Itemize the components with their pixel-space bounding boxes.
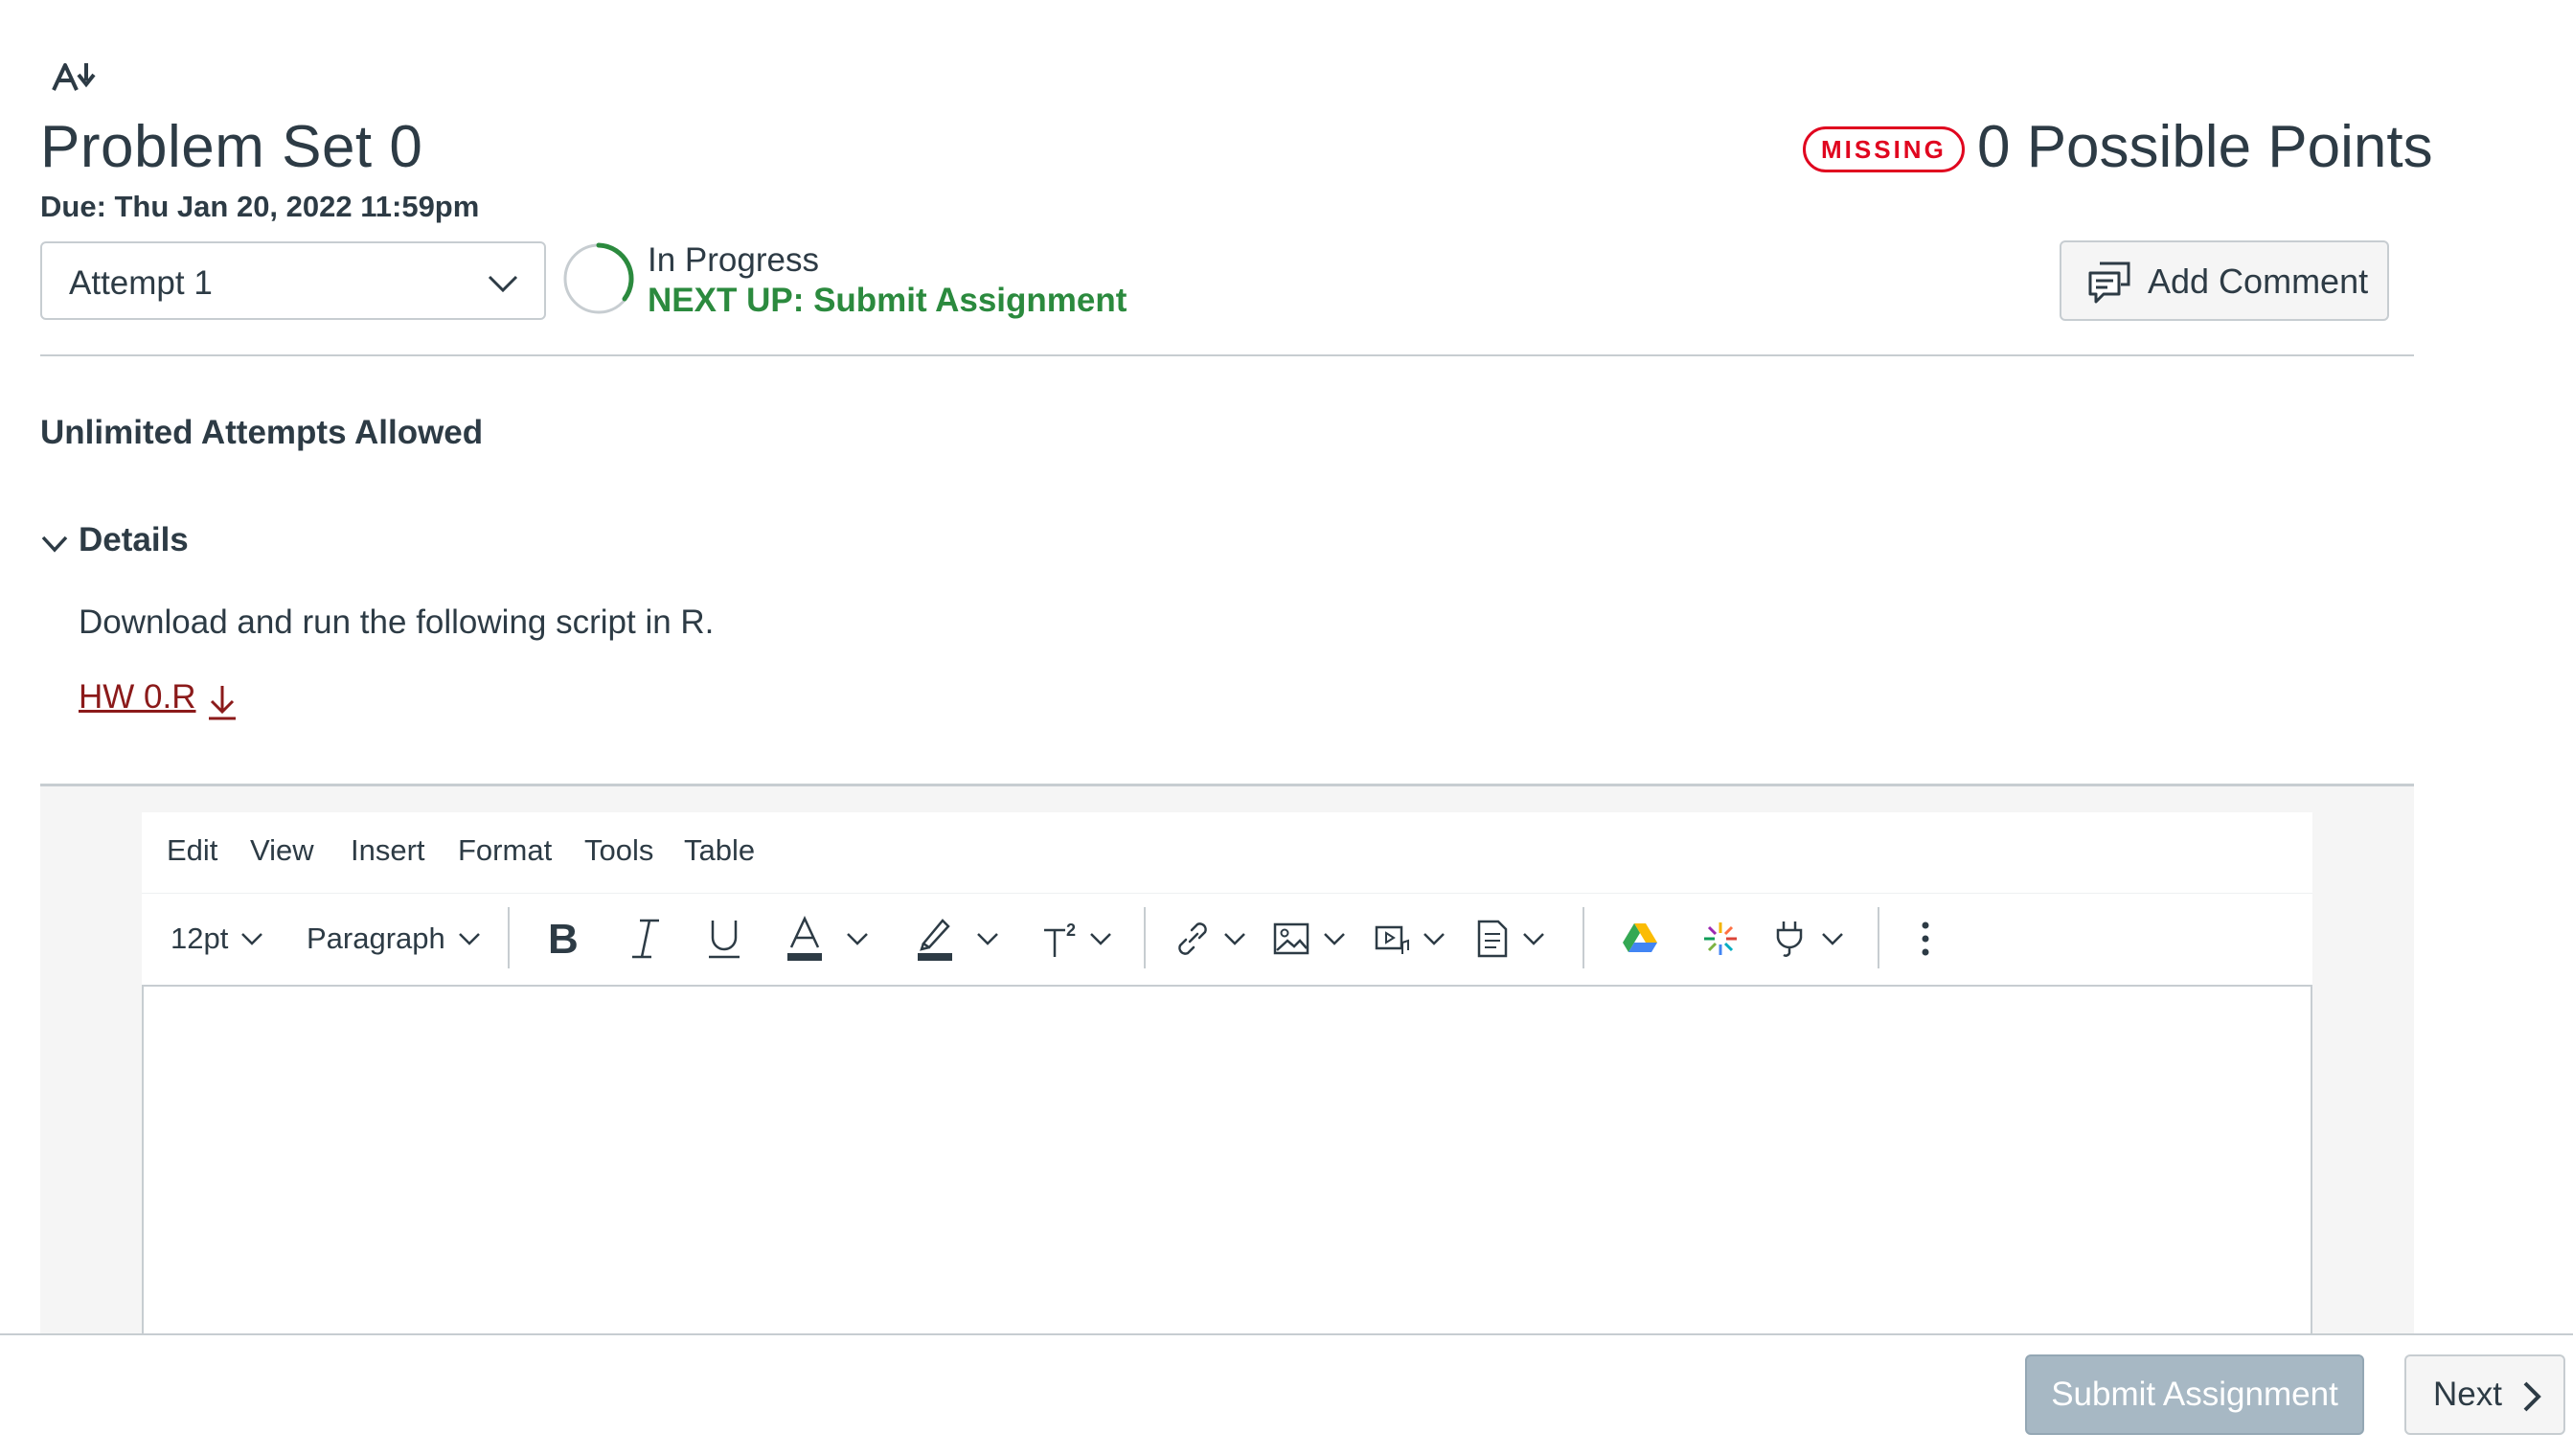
chevron-down-icon — [1090, 933, 1111, 945]
possible-points: 0 Possible Points — [1977, 114, 2433, 180]
submit-assignment-button[interactable]: Submit Assignment — [2025, 1354, 2364, 1435]
svg-text:B: B — [548, 917, 579, 961]
more-button[interactable] — [1920, 911, 1931, 967]
chevron-down-icon — [977, 933, 998, 945]
svg-text:2: 2 — [1066, 921, 1076, 940]
chevron-down-icon — [488, 275, 518, 293]
link-button[interactable] — [1173, 911, 1247, 967]
attempt-select-value: Attempt 1 — [69, 264, 213, 302]
block-format-dropdown[interactable]: Paragraph — [307, 911, 482, 967]
chevron-down-icon — [1224, 933, 1245, 945]
divider — [40, 354, 2414, 356]
progress-ring-icon — [563, 242, 634, 314]
add-comment-button[interactable]: Add Comment — [2060, 240, 2389, 321]
document-icon — [1477, 920, 1508, 958]
attempt-select[interactable]: Attempt 1 — [40, 241, 546, 320]
editor-toolbar: 12pt Paragraph B 2 — [142, 893, 2312, 985]
menu-insert[interactable]: Insert — [351, 833, 425, 868]
underline-icon — [709, 921, 740, 959]
plugin-button[interactable] — [1770, 911, 1845, 967]
toolbar-separator — [1144, 907, 1146, 968]
document-button[interactable] — [1475, 911, 1546, 967]
menu-view[interactable]: View — [250, 833, 314, 868]
media-icon — [1375, 925, 1409, 954]
menu-edit[interactable]: Edit — [167, 833, 217, 868]
chevron-down-icon — [1423, 933, 1445, 945]
highlight-button[interactable] — [916, 911, 1000, 967]
image-icon — [1273, 922, 1309, 955]
bold-button[interactable]: B — [544, 911, 582, 967]
footer-bar: Submit Assignment Next — [0, 1333, 2573, 1456]
image-button[interactable] — [1272, 911, 1347, 967]
missing-badge: MISSING — [1803, 126, 1965, 172]
comment-icon — [2088, 262, 2130, 304]
more-icon — [1922, 921, 1929, 956]
chevron-down-icon — [1523, 933, 1544, 945]
apps-icon — [1704, 922, 1737, 955]
immersive-reader-icon[interactable] — [52, 59, 102, 92]
due-date: Due: Thu Jan 20, 2022 11:59pm — [40, 190, 480, 223]
chevron-down-icon — [847, 933, 868, 945]
chevron-down-icon — [41, 535, 68, 553]
menu-tools[interactable]: Tools — [584, 833, 653, 868]
editor-menubar: Edit View Insert Format Tools Table — [142, 812, 2312, 893]
menu-format[interactable]: Format — [458, 833, 552, 868]
italic-icon — [632, 919, 659, 959]
plugin-icon — [1776, 921, 1803, 957]
block-format-value: Paragraph — [307, 921, 445, 955]
attempts-allowed-text: Unlimited Attempts Allowed — [40, 414, 484, 451]
text-color-button[interactable] — [786, 911, 870, 967]
download-icon[interactable] — [205, 682, 239, 722]
chevron-down-icon — [241, 933, 263, 945]
toolbar-separator — [508, 907, 510, 968]
file-download-link[interactable]: HW 0.R — [79, 678, 196, 717]
chevron-down-icon — [458, 933, 480, 945]
highlight-icon — [918, 919, 952, 961]
menu-table[interactable]: Table — [684, 833, 755, 868]
text-color-icon — [787, 916, 822, 961]
superscript-button[interactable]: 2 — [1040, 911, 1113, 967]
toolbar-separator — [1583, 907, 1584, 968]
link-icon — [1178, 922, 1207, 955]
next-label: Next — [2433, 1376, 2502, 1413]
toolbar-separator — [1878, 907, 1879, 968]
assignment-description: Download and run the following script in… — [79, 603, 715, 641]
font-size-value: 12pt — [171, 921, 229, 955]
google-drive-button[interactable] — [1621, 911, 1659, 967]
bold-icon: B — [548, 917, 579, 961]
superscript-icon: 2 — [1044, 921, 1076, 957]
details-label: Details — [79, 521, 189, 558]
attempt-status: In Progress — [648, 241, 819, 279]
google-drive-icon — [1623, 923, 1657, 952]
next-button[interactable]: Next — [2404, 1354, 2565, 1435]
underline-button[interactable] — [705, 911, 743, 967]
media-button[interactable] — [1374, 911, 1446, 967]
chevron-down-icon — [1324, 933, 1345, 945]
next-up-text: NEXT UP: Submit Assignment — [648, 282, 1127, 319]
chevron-right-icon — [2523, 1381, 2541, 1412]
add-comment-label: Add Comment — [2148, 262, 2369, 301]
font-size-dropdown[interactable]: 12pt — [171, 911, 264, 967]
chevron-down-icon — [1822, 933, 1843, 945]
apps-button[interactable] — [1701, 911, 1740, 967]
page-title: Problem Set 0 — [40, 114, 423, 180]
italic-button[interactable] — [628, 911, 663, 967]
